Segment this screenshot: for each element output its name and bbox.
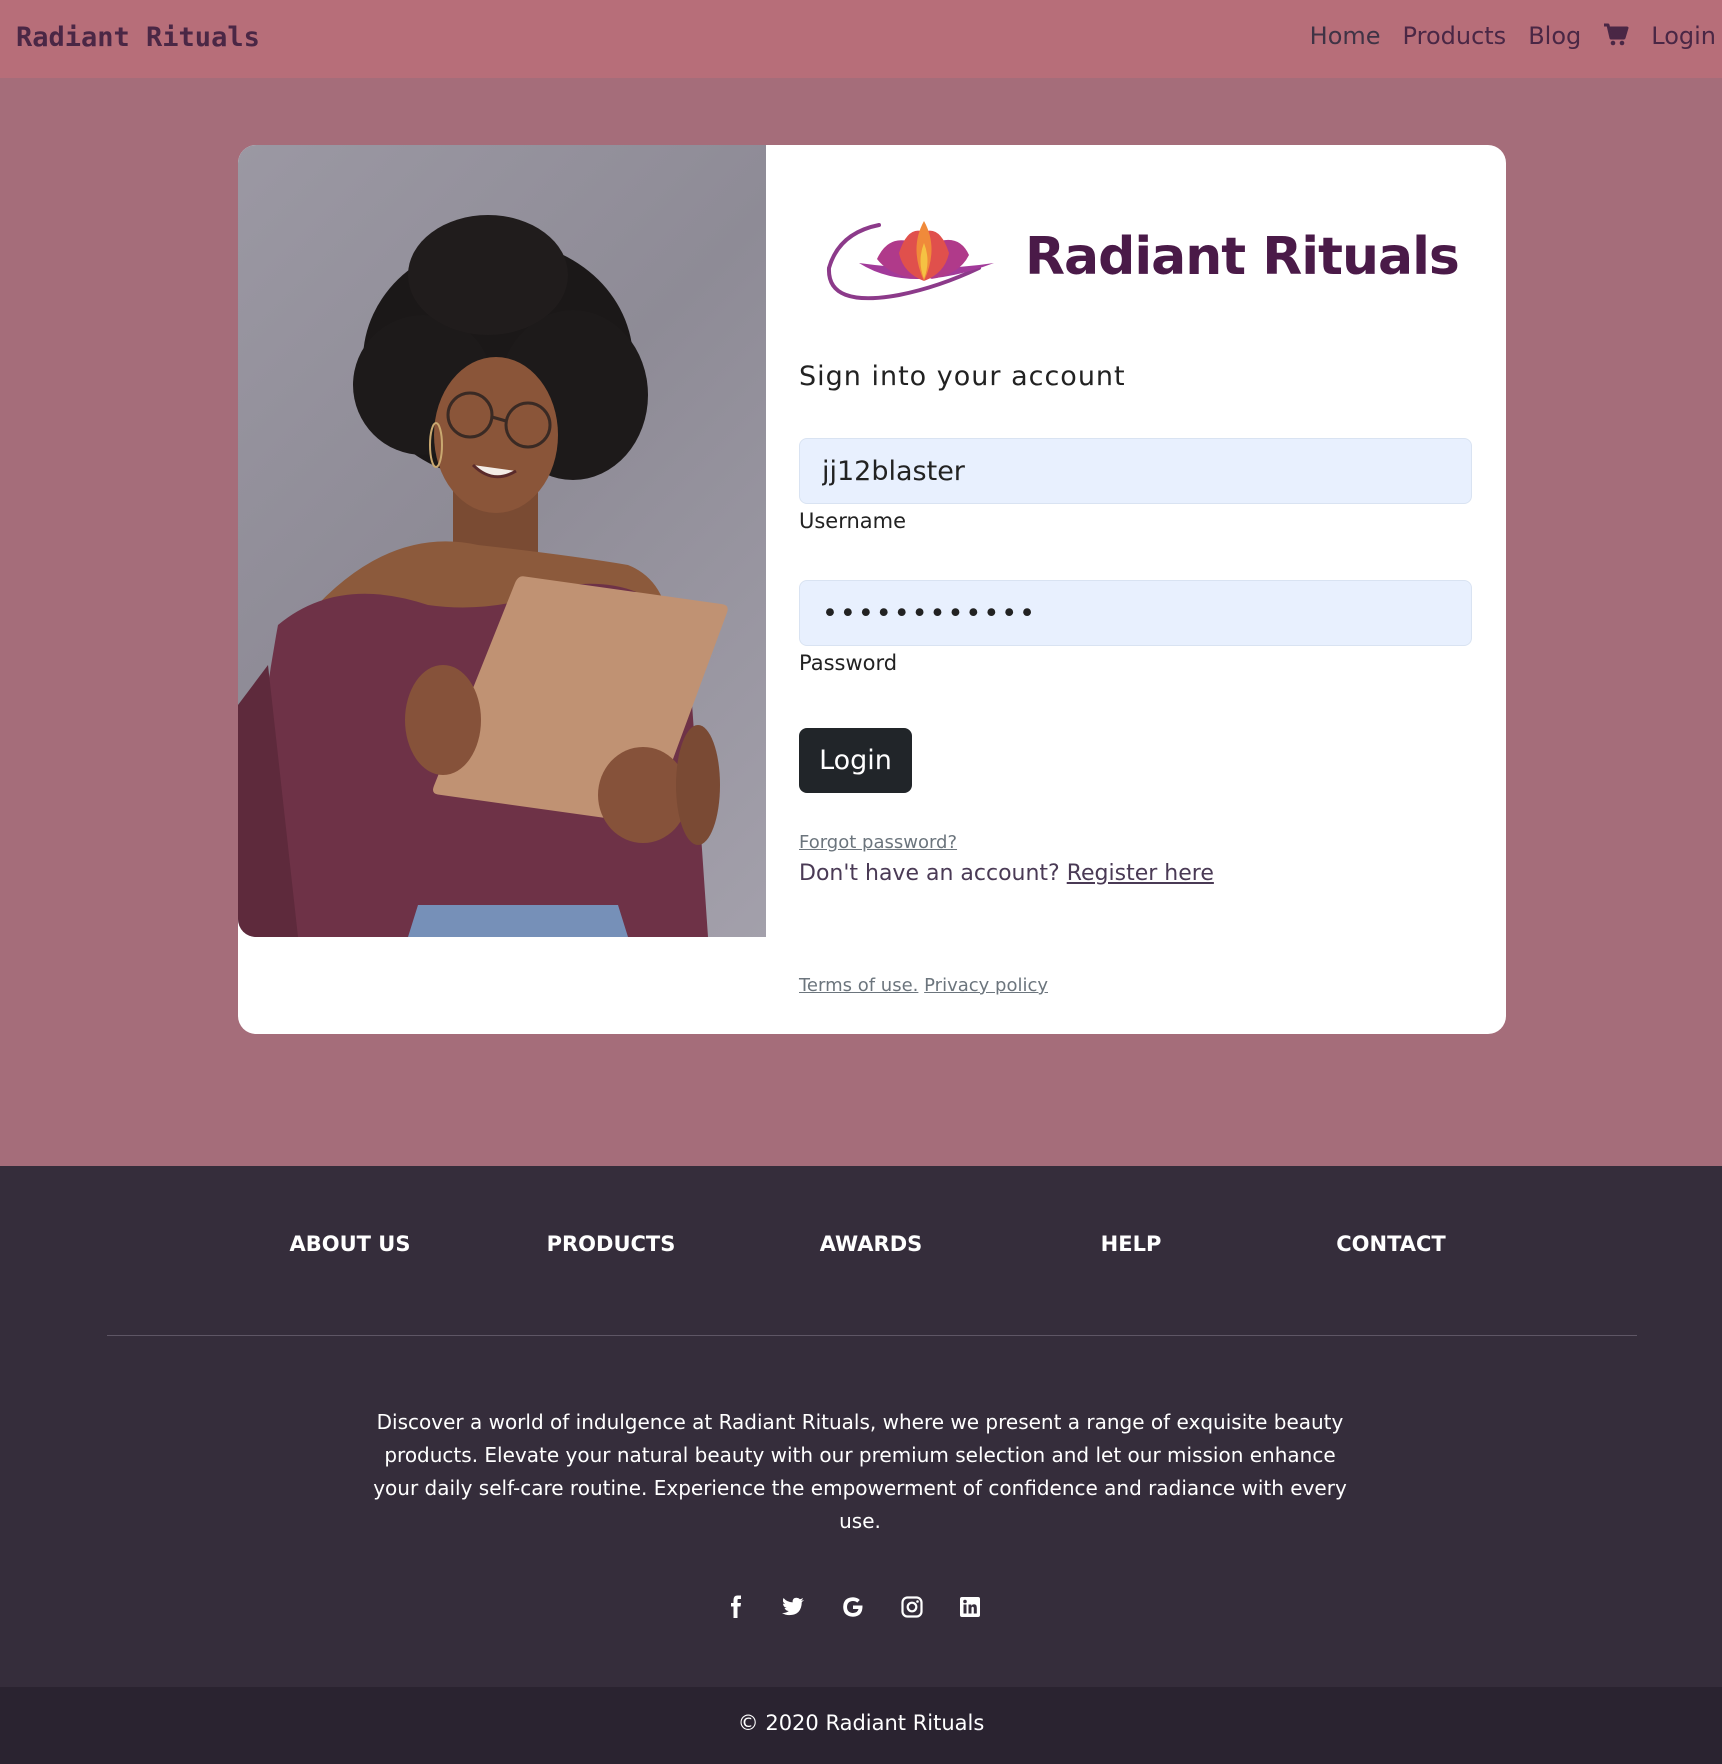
nav-link-blog[interactable]: Blog bbox=[1528, 22, 1581, 50]
instagram-icon[interactable] bbox=[897, 1592, 927, 1622]
nav-link-home[interactable]: Home bbox=[1310, 22, 1381, 50]
footer: ABOUT US PRODUCTS AWARDS HELP CONTACT Di… bbox=[0, 1166, 1722, 1687]
nav-link-products[interactable]: Products bbox=[1403, 22, 1507, 50]
navbar-brand[interactable]: Radiant Rituals bbox=[16, 22, 260, 53]
twitter-icon[interactable] bbox=[778, 1592, 808, 1622]
register-link[interactable]: Register here bbox=[1067, 861, 1214, 886]
logo-title: Radiant Rituals bbox=[1025, 227, 1460, 287]
linkedin-icon[interactable] bbox=[955, 1592, 985, 1622]
footer-link-help[interactable]: HELP bbox=[1101, 1232, 1162, 1256]
footer-link-awards[interactable]: AWARDS bbox=[820, 1232, 923, 1256]
woman-with-tablet-photo bbox=[238, 145, 766, 937]
footer-divider bbox=[107, 1335, 1637, 1336]
footer-link-contact[interactable]: CONTACT bbox=[1336, 1232, 1446, 1256]
register-prompt: Don't have an account? Register here bbox=[799, 861, 1214, 886]
navbar: Radiant Rituals Home Products Blog Login bbox=[0, 0, 1722, 78]
copyright-text: © 2020 Radiant Rituals bbox=[737, 1711, 985, 1735]
lotus-logo bbox=[819, 213, 999, 313]
password-label: Password bbox=[799, 651, 898, 675]
login-form: Radiant Rituals Sign into your account U… bbox=[799, 145, 1479, 1034]
google-icon[interactable] bbox=[838, 1592, 868, 1622]
username-input[interactable] bbox=[799, 438, 1472, 504]
terms-of-use-link[interactable]: Terms of use. bbox=[799, 975, 918, 996]
password-input[interactable] bbox=[799, 580, 1472, 646]
nav-links: Home Products Blog Login bbox=[1288, 22, 1716, 50]
copyright-bar: © 2020 Radiant Rituals bbox=[0, 1687, 1722, 1764]
login-button[interactable]: Login bbox=[799, 728, 912, 793]
nav-link-login[interactable]: Login bbox=[1651, 22, 1716, 50]
footer-description: Discover a world of indulgence at Radian… bbox=[373, 1410, 1347, 1533]
privacy-policy-link[interactable]: Privacy policy bbox=[924, 975, 1048, 996]
username-label: Username bbox=[799, 509, 907, 533]
no-account-text: Don't have an account? bbox=[799, 861, 1067, 886]
form-subtitle: Sign into your account bbox=[799, 361, 1126, 392]
forgot-password-link[interactable]: Forgot password? bbox=[799, 832, 957, 853]
login-card: Radiant Rituals Sign into your account U… bbox=[238, 145, 1506, 1034]
legal-links: Terms of use. Privacy policy bbox=[799, 975, 1048, 996]
shopping-cart-icon[interactable] bbox=[1603, 22, 1629, 50]
footer-link-products[interactable]: PRODUCTS bbox=[547, 1232, 676, 1256]
facebook-icon[interactable] bbox=[721, 1592, 751, 1622]
footer-link-about-us[interactable]: ABOUT US bbox=[290, 1232, 411, 1256]
